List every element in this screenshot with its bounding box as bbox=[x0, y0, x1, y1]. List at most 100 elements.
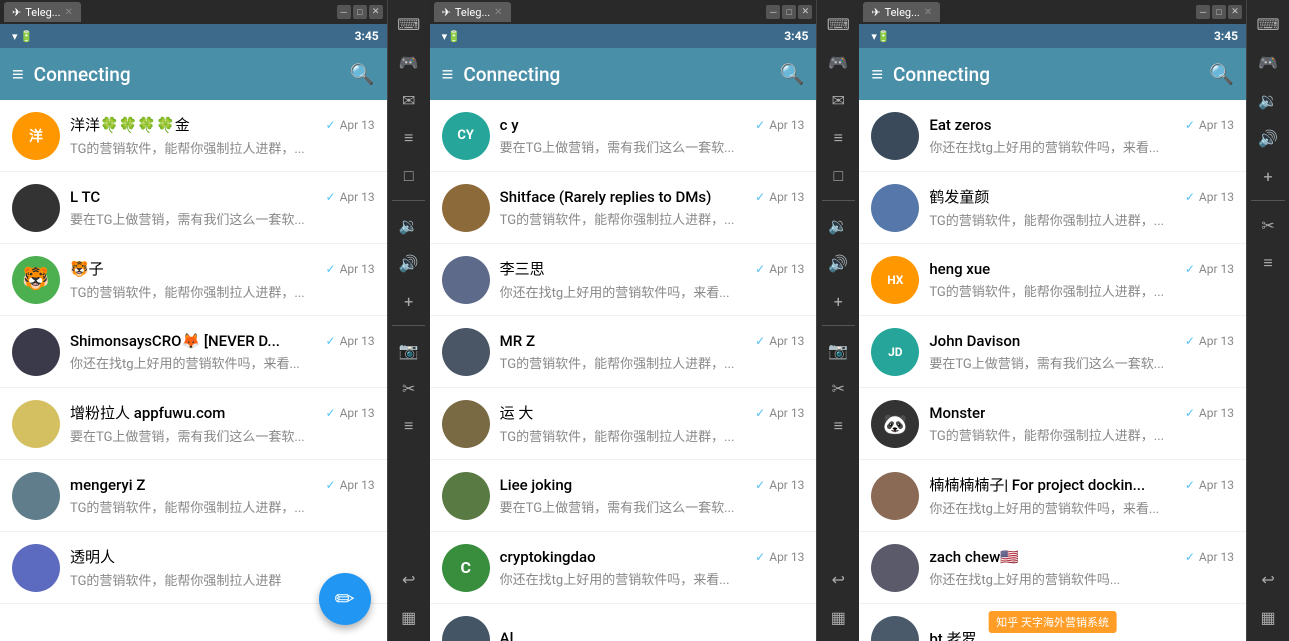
chat-item-3-5[interactable]: 楠楠楠楠子| For project dockin... ✓Apr 13 你还在… bbox=[859, 460, 1246, 532]
toolbar2-vol-down[interactable]: 🔉 bbox=[822, 209, 854, 241]
toolbar-grid-btn[interactable]: ▦ bbox=[393, 601, 425, 633]
chat-date-1-3: Apr 13 bbox=[340, 334, 375, 348]
chat-item-2-6[interactable]: C cryptokingdao ✓Apr 13 你还在找tg上好用的营销软件吗，… bbox=[430, 532, 817, 604]
toolbar-camera-btn[interactable]: 📷 bbox=[393, 334, 425, 366]
rs-keyboard-btn[interactable]: ⌨ bbox=[1252, 8, 1284, 40]
toolbar2-keyboard-btn[interactable]: ⌨ bbox=[822, 8, 854, 40]
preview-3-6: 你还在找tg上好用的营销软件吗... bbox=[929, 569, 1234, 588]
side-toolbar-right: ⌨ 🎮 ✉ ≡ □ 🔉 🔊 + 📷 ✂ ≡ ↩ ▦ bbox=[817, 0, 859, 641]
search-icon-1[interactable]: 🔍 bbox=[350, 62, 375, 86]
toolbar2-mail-btn[interactable]: ✉ bbox=[822, 84, 854, 116]
chat-item-3-0[interactable]: Eat zeros ✓Apr 13 你还在找tg上好用的营销软件吗，来看... bbox=[859, 100, 1246, 172]
toolbar-vol-down[interactable]: 🔉 bbox=[393, 209, 425, 241]
menu-icon-3[interactable]: ≡ bbox=[871, 62, 883, 87]
rs-scissors-btn[interactable]: ✂ bbox=[1252, 209, 1284, 241]
avatar-2-3 bbox=[442, 328, 490, 376]
toolbar2-scissors-btn[interactable]: ✂ bbox=[822, 372, 854, 404]
toolbar-square-btn[interactable]: □ bbox=[393, 160, 425, 192]
toolbar2-list-btn[interactable]: ≡ bbox=[822, 410, 854, 442]
chat-name-2-5: Liee joking bbox=[500, 476, 573, 494]
chat-item-2-5[interactable]: Liee joking ✓Apr 13 要在TG上做营销，需有我们这么一套软..… bbox=[430, 460, 817, 532]
toolbar-plus-btn[interactable]: + bbox=[393, 285, 425, 317]
toolbar-back-btn[interactable]: ↩ bbox=[393, 563, 425, 595]
close-btn-2[interactable]: ✕ bbox=[798, 5, 812, 19]
toolbar-game-btn[interactable]: 🎮 bbox=[393, 46, 425, 78]
check-2-5: ✓ bbox=[755, 478, 765, 492]
chat-content-1-0: 洋洋🍀🍀🍀🍀金 ✓ Apr 13 TG的营销软件，能帮你强制拉人进群，... bbox=[70, 114, 375, 157]
restore-btn-3[interactable]: □ bbox=[1212, 5, 1226, 19]
toolbar-mail-btn[interactable]: ✉ bbox=[393, 84, 425, 116]
rs-back-btn[interactable]: ↩ bbox=[1252, 563, 1284, 595]
status-bar-2: ▾ 🔋 3:45 bbox=[430, 24, 817, 48]
avatar-2-2 bbox=[442, 256, 490, 304]
menu-icon-1[interactable]: ≡ bbox=[12, 62, 24, 87]
chat-item-3-3[interactable]: JD John Davison ✓Apr 13 要在TG上做营销，需有我们这么一… bbox=[859, 316, 1246, 388]
minimize-btn-3[interactable]: ─ bbox=[1196, 5, 1210, 19]
chat-item-3-1[interactable]: 鹤发童颜 ✓Apr 13 TG的营销软件，能帮你强制拉人进群，... bbox=[859, 172, 1246, 244]
chat-item-2-3[interactable]: MR Z ✓Apr 13 TG的营销软件，能帮你强制拉人进群，... bbox=[430, 316, 817, 388]
toolbar-vol-up[interactable]: 🔊 bbox=[393, 247, 425, 279]
toolbar2-vol-up[interactable]: 🔊 bbox=[822, 247, 854, 279]
telegram-favicon-1: ✈ bbox=[12, 6, 21, 19]
toolbar2-grid-btn[interactable]: ▦ bbox=[822, 601, 854, 633]
toolbar2-square-btn[interactable]: □ bbox=[822, 160, 854, 192]
menu-icon-2[interactable]: ≡ bbox=[442, 62, 454, 87]
minimize-btn-1[interactable]: ─ bbox=[337, 5, 351, 19]
rs-vol-up[interactable]: 🔊 bbox=[1252, 122, 1284, 154]
fab-1[interactable]: ✏ bbox=[319, 573, 371, 625]
date-2-5: Apr 13 bbox=[769, 478, 804, 492]
rs-game-btn[interactable]: 🎮 bbox=[1252, 46, 1284, 78]
search-icon-2[interactable]: 🔍 bbox=[779, 62, 804, 86]
close-btn-3[interactable]: ✕ bbox=[1228, 5, 1242, 19]
close-btn-1[interactable]: ✕ bbox=[369, 5, 383, 19]
chat-item-1-3[interactable]: ShimonsaysCRO🦊 [NEVER D... ✓ Apr 13 你还在找… bbox=[0, 316, 387, 388]
avatar-3-6 bbox=[871, 544, 919, 592]
tab-close-1[interactable]: ✕ bbox=[64, 7, 72, 18]
rs-grid-btn[interactable]: ▦ bbox=[1252, 601, 1284, 633]
chat-item-2-7[interactable]: Al bbox=[430, 604, 817, 641]
chat-item-1-5[interactable]: mengeryi Z ✓ Apr 13 TG的营销软件，能帮你强制拉人进群，..… bbox=[0, 460, 387, 532]
date-3-6: Apr 13 bbox=[1199, 550, 1234, 564]
tab-close-3[interactable]: ✕ bbox=[924, 7, 932, 18]
toolbar2-game-btn[interactable]: 🎮 bbox=[822, 46, 854, 78]
toolbar2-back-btn[interactable]: ↩ bbox=[822, 563, 854, 595]
browser-tab-1[interactable]: ✈ Teleg... ✕ bbox=[4, 2, 81, 22]
avatar-1-4 bbox=[12, 400, 60, 448]
chat-item-1-1[interactable]: L TC ✓ Apr 13 要在TG上做营销，需有我们这么一套软... bbox=[0, 172, 387, 244]
avatar-3-5 bbox=[871, 472, 919, 520]
chat-item-3-6[interactable]: zach chew🇺🇸 ✓Apr 13 你还在找tg上好用的营销软件吗... bbox=[859, 532, 1246, 604]
chat-item-2-0[interactable]: CY c y ✓Apr 13 要在TG上做营销，需有我们这么一套软... bbox=[430, 100, 817, 172]
toolbar2-menu-btn[interactable]: ≡ bbox=[822, 122, 854, 154]
browser-tab-3[interactable]: ✈ Teleg... ✕ bbox=[863, 2, 940, 22]
toolbar2-camera-btn[interactable]: 📷 bbox=[822, 334, 854, 366]
restore-btn-1[interactable]: □ bbox=[353, 5, 367, 19]
chat-item-2-1[interactable]: Shitface (Rarely replies to DMs) ✓Apr 13… bbox=[430, 172, 817, 244]
chat-item-3-4[interactable]: 🐼 Monster ✓Apr 13 TG的营销软件，能帮你强制拉人进群，... bbox=[859, 388, 1246, 460]
chat-item-1-2[interactable]: 🐯 🐯子 ✓ Apr 13 TG的营销软件，能帮你强制拉人进群，... bbox=[0, 244, 387, 316]
toolbar-scissors-btn[interactable]: ✂ bbox=[393, 372, 425, 404]
rs-vol-down[interactable]: 🔉 bbox=[1252, 84, 1284, 116]
chat-list-1: 洋 洋洋🍀🍀🍀🍀金 ✓ Apr 13 TG的营销软件，能帮你强制拉人进群，... bbox=[0, 100, 387, 641]
toolbar2-plus-btn[interactable]: + bbox=[822, 285, 854, 317]
status-bar-3: ▾ 🔋 3:45 bbox=[859, 24, 1246, 48]
toolbar-menu-btn[interactable]: ≡ bbox=[393, 122, 425, 154]
chat-item-2-4[interactable]: 运 大 ✓Apr 13 TG的营销软件，能帮你强制拉人进群，... bbox=[430, 388, 817, 460]
preview-2-3: TG的营销软件，能帮你强制拉人进群，... bbox=[500, 353, 805, 372]
restore-btn-2[interactable]: □ bbox=[782, 5, 796, 19]
chat-item-1-0[interactable]: 洋 洋洋🍀🍀🍀🍀金 ✓ Apr 13 TG的营销软件，能帮你强制拉人进群，... bbox=[0, 100, 387, 172]
minimize-btn-2[interactable]: ─ bbox=[766, 5, 780, 19]
check-2-0: ✓ bbox=[755, 118, 765, 132]
chat-name-3-7: bt 老罗 bbox=[929, 628, 976, 641]
check-3-2: ✓ bbox=[1185, 262, 1195, 276]
rs-plus-btn[interactable]: + bbox=[1252, 160, 1284, 192]
tab-close-2[interactable]: ✕ bbox=[494, 7, 502, 18]
chat-item-3-2[interactable]: HX heng xue ✓Apr 13 TG的营销软件，能帮你强制拉人进群，..… bbox=[859, 244, 1246, 316]
chat-item-2-2[interactable]: 李三思 ✓Apr 13 你还在找tg上好用的营销软件吗，来看... bbox=[430, 244, 817, 316]
toolbar-keyboard-btn[interactable]: ⌨ bbox=[393, 8, 425, 40]
browser-tab-2[interactable]: ✈ Teleg... ✕ bbox=[434, 2, 511, 22]
preview-2-4: TG的营销软件，能帮你强制拉人进群，... bbox=[500, 426, 805, 445]
toolbar-list-btn[interactable]: ≡ bbox=[393, 410, 425, 442]
chat-item-1-4[interactable]: 增粉拉人 appfuwu.com ✓ Apr 13 要在TG上做营销，需有我们这… bbox=[0, 388, 387, 460]
search-icon-3[interactable]: 🔍 bbox=[1209, 62, 1234, 86]
rs-list-btn[interactable]: ≡ bbox=[1252, 247, 1284, 279]
